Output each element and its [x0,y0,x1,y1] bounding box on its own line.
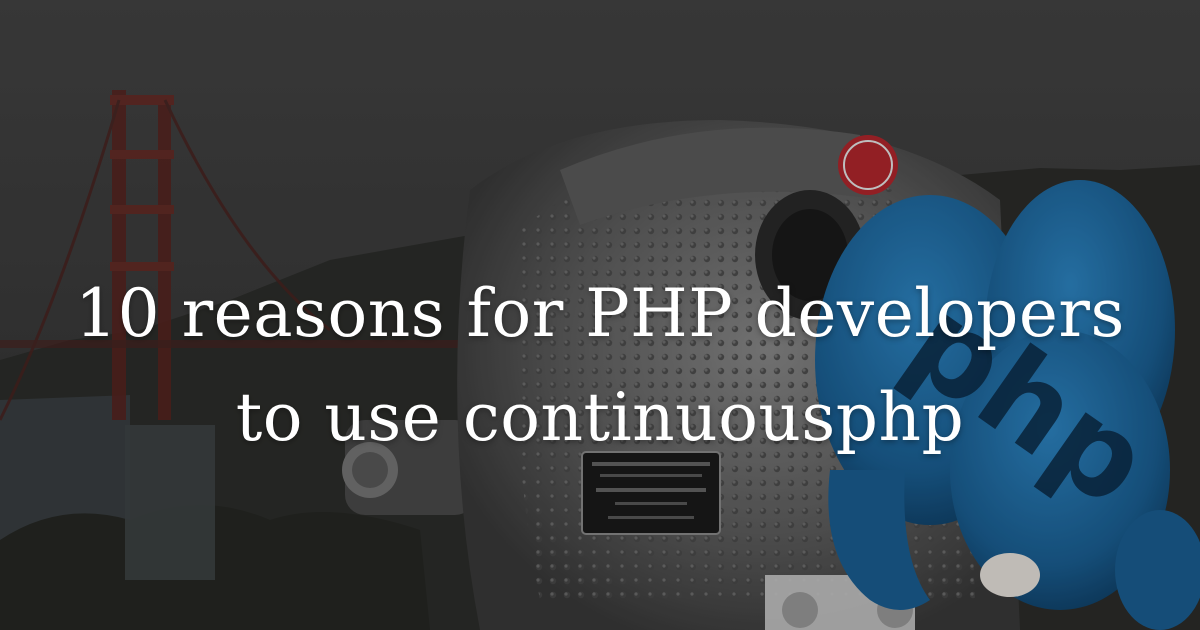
hero-banner: php 10 reasons for PHP developers to use… [0,0,1200,630]
headline-line-2: to use continuousphp [235,379,965,456]
headline-line-1: 10 reasons for PHP developers [75,275,1125,352]
headline: 10 reasons for PHP developers to use con… [0,262,1200,470]
